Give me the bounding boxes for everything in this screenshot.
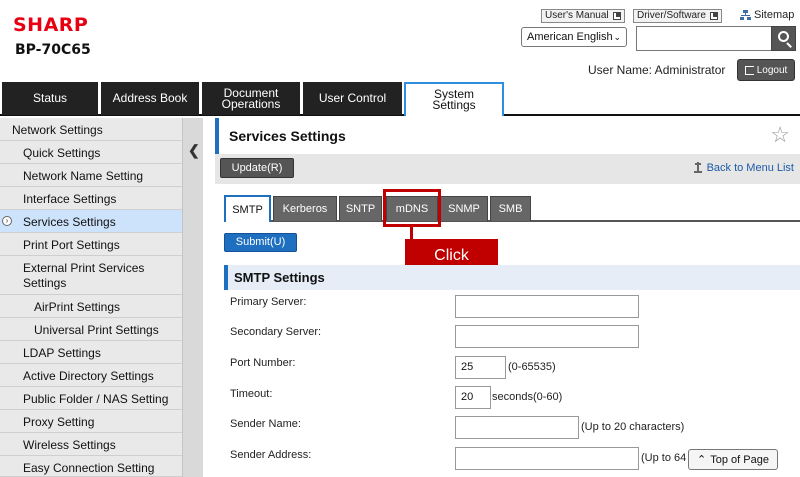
- external-link-icon: [709, 12, 718, 20]
- external-link-icon: [612, 12, 621, 20]
- port-number-hint: (0-65535): [508, 361, 556, 373]
- tab-document-operations-label: Document Operations: [221, 85, 281, 111]
- sidebar-item-services-settings[interactable]: › Services Settings: [0, 210, 182, 233]
- back-to-menu-label: Back to Menu List: [706, 162, 794, 174]
- back-arrow-icon: [693, 162, 703, 174]
- sidebar-item-quick-settings[interactable]: Quick Settings: [0, 141, 182, 164]
- sender-name-input[interactable]: [455, 416, 579, 439]
- sidebar-item-label: External Print Services Settings: [23, 261, 145, 290]
- tab-smtp[interactable]: SMTP: [224, 195, 271, 222]
- chevron-left-icon: ❮: [188, 142, 200, 158]
- secondary-server-input[interactable]: [455, 325, 639, 348]
- sidebar-item-label: Services Settings: [23, 215, 116, 229]
- sidebar-item-airprint[interactable]: AirPrint Settings: [0, 295, 182, 318]
- primary-server-label: Primary Server:: [230, 296, 307, 308]
- sidebar-item-public-folder[interactable]: Public Folder / NAS Setting: [0, 387, 182, 410]
- user-name: User Name: Administrator: [588, 63, 726, 77]
- tab-document-operations[interactable]: Document Operations: [202, 82, 300, 115]
- search-input[interactable]: [636, 26, 772, 51]
- sidebar: Network Settings Quick Settings Network …: [0, 118, 182, 477]
- tab-system-settings[interactable]: System Settings: [404, 82, 504, 116]
- sender-address-hint: (Up to 64: [641, 452, 687, 464]
- sender-address-label: Sender Address:: [230, 449, 312, 461]
- sitemap-link[interactable]: Sitemap: [740, 9, 794, 21]
- sitemap-label: Sitemap: [754, 9, 795, 21]
- language-select[interactable]: American English ⌄: [521, 27, 627, 47]
- tab-address-book[interactable]: Address Book: [101, 82, 199, 115]
- timeout-input[interactable]: 20: [455, 386, 491, 409]
- sidebar-item-active-directory[interactable]: Active Directory Settings: [0, 364, 182, 387]
- sidebar-item-external-print[interactable]: External Print Services Settings: [0, 256, 182, 295]
- search-button[interactable]: [771, 26, 796, 51]
- top-of-page-button[interactable]: ⌃ Top of Page: [688, 449, 778, 470]
- tab-system-settings-label: System Settings: [432, 87, 476, 112]
- top-of-page-label: Top of Page: [710, 453, 769, 466]
- sidebar-item-network-name[interactable]: Network Name Setting: [0, 164, 182, 187]
- submit-button[interactable]: Submit(U): [224, 233, 297, 252]
- update-button[interactable]: Update(R): [220, 158, 294, 178]
- action-bar: Update(R) Back to Menu List: [215, 154, 800, 184]
- logout-icon: [744, 65, 754, 75]
- driver-software-label: Driver/Software: [637, 10, 706, 21]
- tab-snmp[interactable]: SNMP: [440, 196, 488, 221]
- tab-status[interactable]: Status: [2, 82, 98, 115]
- port-number-label: Port Number:: [230, 357, 296, 369]
- sidebar-item-easy-connection[interactable]: Easy Connection Setting: [0, 456, 182, 477]
- sidebar-item-interface-settings[interactable]: Interface Settings: [0, 187, 182, 210]
- users-manual-label: User's Manual: [545, 10, 609, 21]
- sitemap-icon: [740, 10, 751, 20]
- device-model: BP-70C65: [15, 42, 91, 58]
- search-icon: [778, 31, 789, 42]
- secondary-server-label: Secondary Server:: [230, 326, 322, 338]
- selected-indicator-icon: ›: [2, 216, 12, 226]
- sender-address-input[interactable]: [455, 447, 639, 470]
- timeout-hint: seconds(0-60): [492, 391, 563, 403]
- sidebar-item-wireless[interactable]: Wireless Settings: [0, 433, 182, 456]
- tab-sntp[interactable]: SNTP: [339, 196, 382, 221]
- users-manual-link[interactable]: User's Manual: [541, 9, 625, 23]
- section-title: SMTP Settings: [234, 270, 325, 285]
- page-title: Services Settings: [229, 128, 346, 144]
- chevron-up-icon: ⌃: [697, 454, 707, 466]
- timeout-label: Timeout:: [230, 388, 273, 400]
- highlight-box: [383, 189, 441, 227]
- port-number-input[interactable]: 25: [455, 356, 506, 379]
- section-header: SMTP Settings: [224, 265, 800, 290]
- tab-user-control[interactable]: User Control: [303, 82, 402, 115]
- chevron-down-icon: ⌄: [613, 32, 621, 42]
- content-header: Services Settings ☆: [215, 118, 800, 154]
- back-to-menu-link[interactable]: Back to Menu List: [693, 162, 794, 174]
- sidebar-item-network-settings[interactable]: Network Settings: [0, 118, 182, 141]
- sender-name-label: Sender Name:: [230, 418, 301, 430]
- tab-smb[interactable]: SMB: [490, 196, 531, 221]
- logout-label: Logout: [756, 64, 788, 76]
- service-tabs: SMTP Kerberos SNTP mDNS SNMP SMB: [224, 195, 800, 222]
- tab-kerberos[interactable]: Kerberos: [273, 196, 337, 221]
- sidebar-item-print-port[interactable]: Print Port Settings: [0, 233, 182, 256]
- main-nav: Status Address Book Document Operations …: [0, 82, 800, 116]
- sidebar-item-ldap[interactable]: LDAP Settings: [0, 341, 182, 364]
- sharp-logo: SHARP: [13, 14, 89, 36]
- primary-server-input[interactable]: [455, 295, 639, 318]
- language-value: American English: [527, 31, 613, 43]
- sidebar-item-universal-print[interactable]: Universal Print Settings: [0, 318, 182, 341]
- sidebar-collapse-button[interactable]: ❮: [182, 118, 203, 477]
- driver-software-link[interactable]: Driver/Software: [633, 9, 722, 23]
- sender-name-hint: (Up to 20 characters): [581, 421, 685, 433]
- favorite-star-icon[interactable]: ☆: [770, 122, 790, 148]
- logout-button[interactable]: Logout: [737, 59, 795, 81]
- sidebar-item-proxy[interactable]: Proxy Setting: [0, 410, 182, 433]
